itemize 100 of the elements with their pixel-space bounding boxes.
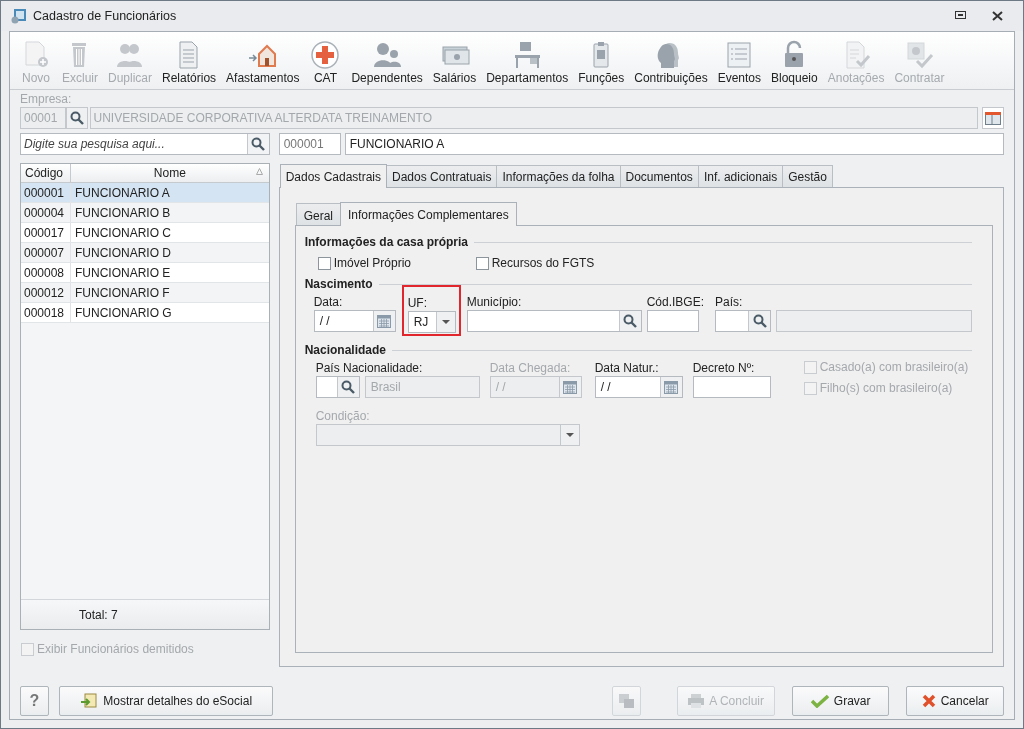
copy-icon — [617, 693, 636, 709]
field-label: Município: — [466, 294, 523, 310]
table-cell: 000012 — [21, 283, 71, 302]
table-cell-text: FUNCIONARIO G — [74, 305, 173, 320]
toolbar-button[interactable]: CAT — [304, 39, 347, 85]
column-header[interactable]: Nome — [71, 164, 269, 182]
checkbox-label: Casado(a) com brasileiro(a) — [819, 360, 969, 374]
document-arrow-icon — [80, 693, 99, 709]
search-icon — [251, 137, 266, 151]
dropdown[interactable]: RJ — [407, 311, 456, 333]
table-cell-text: FUNCIONARIO F — [74, 285, 171, 300]
list-row[interactable]: 000004 FUNCIONARIO B — [21, 203, 269, 223]
cancel-button[interactable]: Cancelar — [906, 686, 1004, 716]
checkmark-icon — [810, 694, 829, 708]
search-icon — [341, 380, 356, 394]
table-cell: 000017 — [21, 223, 71, 242]
list-row[interactable]: 000018 FUNCIONARIO G — [21, 303, 269, 323]
lookup-field[interactable] — [715, 310, 771, 332]
field-value: RJ — [412, 314, 430, 331]
tab[interactable]: Geral — [295, 203, 341, 225]
tab[interactable]: Informações da folha — [496, 165, 621, 187]
checkbox[interactable] — [475, 256, 489, 270]
toolbar-button[interactable]: Salários — [427, 39, 482, 85]
caret-icon — [565, 433, 574, 437]
sort-arrow-icon — [255, 168, 263, 175]
list-row[interactable]: 000001 FUNCIONARIO A — [21, 183, 269, 203]
help-button[interactable]: ? — [20, 686, 49, 716]
checkbox-label: Recursos do FGTS — [491, 256, 595, 270]
search-button[interactable] — [65, 107, 88, 129]
field-label: Decreto Nº: — [692, 360, 756, 376]
field-value: / / — [318, 313, 331, 330]
tab[interactable]: Documentos — [619, 165, 699, 187]
toolbar-button[interactable]: Contribuições — [629, 39, 713, 85]
field-label: Data Chegada: — [489, 360, 572, 376]
section-heading: Informações da casa própria — [304, 235, 469, 249]
list-row[interactable]: 000012 FUNCIONARIO F — [21, 283, 269, 303]
list-row[interactable]: 000008 FUNCIONARIO E — [21, 263, 269, 283]
field-value: / / — [599, 379, 612, 396]
lookup-field[interactable] — [315, 376, 360, 398]
table-cell-text: FUNCIONARIO B — [74, 205, 172, 220]
table-cell: 000008 — [21, 263, 71, 282]
field-label: Condição: — [315, 408, 371, 424]
table-cell-text: FUNCIONARIO D — [74, 245, 172, 260]
table-cell: 000001 — [21, 183, 71, 202]
tab[interactable]: Inf. adicionais — [697, 165, 784, 187]
field-label: Data Natur.: — [594, 360, 660, 376]
search-field[interactable]: Digite sua pesquisa aqui... — [20, 133, 270, 155]
lookup-field[interactable] — [466, 310, 642, 332]
list-row[interactable]: 000017 FUNCIONARIO C — [21, 223, 269, 243]
toolbar-button[interactable]: Funções — [573, 39, 630, 85]
date-field[interactable]: / / — [594, 376, 683, 398]
column-header[interactable]: Código — [21, 164, 71, 182]
esocial-button[interactable]: Mostrar detalhes do eSocial — [59, 686, 274, 716]
table-cell-text: FUNCIONARIO A — [74, 185, 171, 200]
caret-icon — [441, 320, 450, 324]
restore-icon[interactable] — [955, 11, 966, 19]
tab[interactable]: Gestão — [782, 165, 833, 187]
field-label: Data: — [313, 294, 344, 310]
table-cell-text: FUNCIONARIO E — [74, 265, 172, 280]
field-label: País Nacionalidade: — [315, 360, 424, 376]
close-icon — [921, 694, 936, 708]
list-row[interactable]: 000007 FUNCIONARIO D — [21, 243, 269, 263]
employee-code-field[interactable]: 000001 — [278, 133, 341, 155]
window-layout-icon — [985, 111, 1002, 125]
toolbar-button[interactable]: Eventos — [712, 39, 766, 85]
calendar-icon — [664, 380, 679, 394]
input-field[interactable] — [692, 376, 771, 398]
close-icon[interactable] — [992, 11, 1003, 21]
table-cell-text: FUNCIONARIO C — [74, 225, 172, 240]
placeholder-text: Digite sua pesquisa aqui... — [23, 136, 166, 153]
toolbar-button[interactable]: Dependentes — [346, 39, 428, 85]
company-name-field: UNIVERSIDADE CORPORATIVA ALTERDATA TREINAMENTO — [89, 107, 979, 129]
field-label: Empresa: — [20, 92, 73, 107]
toolbar-button[interactable]: Afastamentos — [221, 39, 305, 85]
printer-icon — [688, 694, 705, 708]
checkbox[interactable] — [317, 256, 331, 270]
input-field[interactable] — [646, 310, 699, 332]
checkbox-label: Exibir Funcionários demitidos — [37, 642, 194, 656]
tab[interactable]: Dados Cadastrais — [279, 164, 388, 188]
tab[interactable]: Dados Contratuais — [386, 165, 498, 187]
toolbar-button[interactable]: Relatórios — [157, 39, 222, 85]
tab[interactable]: Informações Complementares — [340, 202, 517, 226]
table-cell: 000018 — [21, 303, 71, 322]
table-cell: 000004 — [21, 203, 71, 222]
field-value: Brasil — [369, 379, 402, 396]
medical-cross-icon — [309, 39, 342, 69]
save-button[interactable]: Gravar — [791, 686, 890, 716]
search-icon — [623, 314, 638, 328]
date-field[interactable]: / / — [313, 310, 396, 332]
company-code-field: 00001 — [20, 107, 66, 129]
toolbar-button[interactable]: Bloqueio — [766, 39, 823, 85]
layout-button[interactable] — [982, 107, 1004, 129]
toolbar-button[interactable]: Departamentos — [481, 39, 574, 85]
total-count: Total: 7 — [79, 607, 118, 622]
calendar-icon — [563, 380, 578, 394]
section-heading: Nascimento — [304, 277, 373, 291]
id-card-icon — [11, 8, 27, 24]
employee-name-field[interactable]: FUNCIONARIO A — [344, 133, 1004, 155]
field-value: / / — [494, 379, 507, 396]
search-icon — [752, 314, 767, 328]
